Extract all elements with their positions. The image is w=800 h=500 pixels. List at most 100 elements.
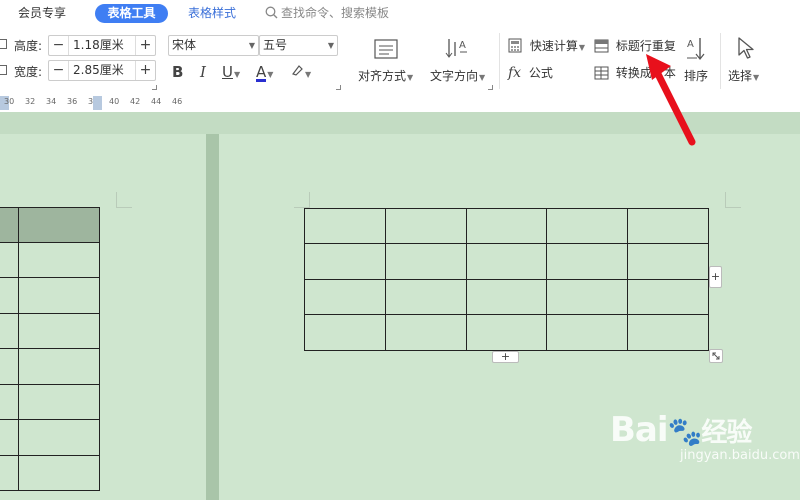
font-color-button[interactable]: A▼	[256, 63, 273, 82]
table-cell[interactable]	[304, 243, 386, 280]
formula-label: 公式	[528, 66, 553, 80]
group-expand-icon[interactable]	[152, 85, 157, 90]
command-search[interactable]: 查找命令、搜索模板	[265, 4, 389, 23]
table-cell[interactable]	[304, 279, 386, 315]
underline-button[interactable]: U▼	[222, 63, 240, 81]
highlight-button[interactable]: ▼	[290, 63, 311, 81]
table-cell[interactable]	[0, 348, 19, 385]
table-resize-handle[interactable]	[709, 349, 723, 363]
text-direction-button[interactable]: A 文字方向▼	[428, 33, 490, 89]
select-label: 选择	[728, 69, 753, 83]
left-page-table[interactable]	[0, 207, 100, 491]
svg-text:A: A	[459, 40, 466, 51]
width-value[interactable]: 2.85厘米	[73, 61, 124, 80]
ruler-marker[interactable]	[93, 96, 102, 110]
add-row-button[interactable]: +	[492, 351, 519, 363]
table-cell[interactable]	[384, 314, 467, 351]
tab-member[interactable]: 会员专享	[18, 4, 66, 23]
table-cell[interactable]	[18, 313, 100, 349]
table-cell[interactable]	[18, 277, 100, 314]
table-cell[interactable]	[18, 242, 100, 278]
font-size-select[interactable]: 五号 ▼	[259, 35, 338, 56]
table-cell[interactable]	[627, 208, 709, 244]
chevron-down-icon: ▼	[753, 73, 760, 82]
table-cell[interactable]	[0, 242, 19, 278]
margin-corner-mark	[725, 192, 741, 208]
table-cell[interactable]	[18, 419, 100, 456]
chevron-down-icon: ▼	[248, 41, 255, 50]
watermark-url: jingyan.baidu.com	[680, 448, 800, 463]
table-cell[interactable]	[18, 384, 100, 420]
align-button[interactable]: 对齐方式▼	[356, 33, 418, 89]
height-label: 高度:	[14, 39, 43, 53]
table-cell[interactable]	[384, 279, 467, 315]
align-icon	[374, 39, 398, 59]
table-cell[interactable]	[18, 455, 100, 491]
table-cell[interactable]	[0, 277, 19, 314]
chevron-down-icon: ▼	[327, 41, 334, 50]
red-arrow-annotation	[646, 54, 696, 146]
highlighter-icon	[292, 65, 303, 76]
height-value[interactable]: 1.18厘米	[73, 36, 124, 55]
quick-calc-button[interactable]: 快速计算▼	[508, 37, 585, 55]
rect-icon	[0, 65, 7, 75]
formula-button[interactable]: fx 公式	[508, 64, 553, 82]
table-cell[interactable]	[465, 279, 548, 315]
table-cell[interactable]	[465, 243, 548, 280]
table-cell[interactable]	[465, 314, 548, 351]
font-family-value: 宋体	[172, 38, 197, 52]
table-cell[interactable]	[0, 207, 19, 243]
italic-button[interactable]: I	[200, 63, 206, 81]
table-cell[interactable]	[546, 208, 629, 244]
table-cell[interactable]	[384, 243, 467, 280]
table-cell[interactable]	[0, 384, 19, 420]
table-cell[interactable]	[18, 348, 100, 385]
underline-label: U	[222, 63, 233, 81]
table-cell[interactable]	[0, 455, 19, 491]
table-cell[interactable]	[304, 314, 386, 351]
watermark-logo: Bai🐾经验	[610, 410, 800, 450]
table-cell[interactable]	[627, 243, 709, 280]
width-stepper[interactable]: − 2.85厘米 +	[48, 60, 156, 81]
table-row	[304, 243, 709, 280]
add-column-button[interactable]: +	[709, 266, 722, 288]
table-cell[interactable]	[546, 279, 629, 315]
resize-icon	[712, 352, 720, 360]
select-button[interactable]: 选择▼	[726, 33, 770, 89]
align-label: 对齐方式	[358, 69, 407, 83]
table-cell[interactable]	[0, 419, 19, 456]
ruler-tick: 36	[67, 97, 78, 106]
margin-corner-mark	[294, 192, 310, 208]
font-size-value: 五号	[263, 38, 288, 52]
paw-icon: 🐾	[667, 415, 703, 448]
table-row	[304, 279, 709, 315]
quick-calc-label: 快速计算	[529, 39, 578, 53]
table-cell[interactable]	[304, 208, 386, 244]
table-cell[interactable]	[465, 208, 548, 244]
bold-button[interactable]: B	[172, 63, 183, 81]
table-cell[interactable]	[18, 207, 100, 243]
table-row	[0, 313, 100, 349]
font-color-label: A	[256, 63, 267, 82]
font-family-select[interactable]: 宋体 ▼	[168, 35, 259, 56]
table-row	[0, 419, 100, 456]
width-increase-button[interactable]: +	[135, 61, 155, 80]
table-cell[interactable]	[546, 243, 629, 280]
table-cell[interactable]	[0, 313, 19, 349]
group-expand-icon[interactable]	[488, 85, 493, 90]
table-cell[interactable]	[546, 314, 629, 351]
right-page-table[interactable]	[304, 208, 709, 351]
table-cell[interactable]	[384, 208, 467, 244]
height-decrease-button[interactable]: −	[49, 36, 69, 55]
width-decrease-button[interactable]: −	[49, 61, 69, 80]
ruler-tick: 42	[130, 97, 141, 106]
height-increase-button[interactable]: +	[135, 36, 155, 55]
table-cell[interactable]	[627, 314, 709, 351]
checkbox-height[interactable]	[0, 39, 7, 49]
group-expand-icon[interactable]	[336, 85, 341, 90]
table-row	[0, 207, 100, 243]
table-cell[interactable]	[627, 279, 709, 315]
tab-table-style[interactable]: 表格样式	[188, 4, 236, 23]
tab-table-tools[interactable]: 表格工具	[95, 4, 168, 23]
height-stepper[interactable]: − 1.18厘米 +	[48, 35, 156, 56]
